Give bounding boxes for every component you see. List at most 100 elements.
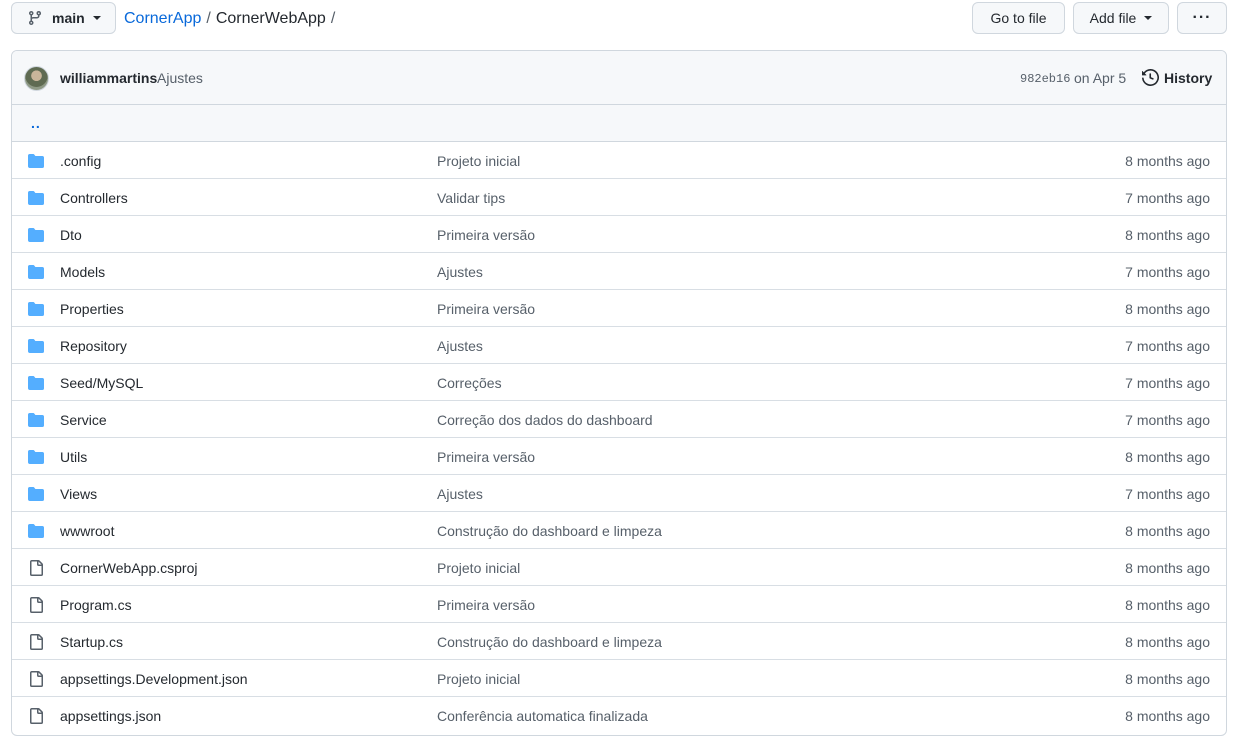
file-name-link[interactable]: Models bbox=[60, 264, 105, 280]
file-row[interactable]: Views Ajustes 7 months ago bbox=[12, 475, 1226, 512]
file-name-link[interactable]: Properties bbox=[60, 301, 124, 317]
file-commit-message-link[interactable]: Ajustes bbox=[437, 486, 483, 502]
file-name-link[interactable]: wwwroot bbox=[60, 523, 114, 539]
file-row[interactable]: Models Ajustes 7 months ago bbox=[12, 253, 1226, 290]
parent-directory-row[interactable]: .. bbox=[12, 105, 1226, 142]
file-name-link[interactable]: Service bbox=[60, 412, 107, 428]
file-commit-message-link[interactable]: Projeto inicial bbox=[437, 153, 520, 169]
file-name-link[interactable]: Seed/MySQL bbox=[60, 375, 143, 391]
file-commit-message-link[interactable]: Ajustes bbox=[437, 338, 483, 354]
file-name-link[interactable]: appsettings.Development.json bbox=[60, 671, 248, 687]
file-commit-message-link[interactable]: Correções bbox=[437, 375, 502, 391]
file-commit-age: 8 months ago bbox=[1125, 597, 1210, 613]
history-label: History bbox=[1164, 69, 1213, 86]
commit-author-link[interactable]: williammartins bbox=[60, 70, 157, 86]
file-row[interactable]: appsettings.json Conferência automatica f… bbox=[12, 697, 1226, 734]
file-commit-message-link[interactable]: Construção do dashboard e limpeza bbox=[437, 634, 662, 650]
file-commit-age: 7 months ago bbox=[1125, 486, 1210, 502]
file-commit-age: 8 months ago bbox=[1125, 634, 1210, 650]
folder-icon bbox=[28, 339, 44, 353]
latest-commit-bar: williammartins Ajustes 982eb16 on Apr 5 … bbox=[12, 51, 1226, 105]
file-commit-message-link[interactable]: Projeto inicial bbox=[437, 560, 520, 576]
file-name-link[interactable]: Utils bbox=[60, 449, 87, 465]
folder-icon bbox=[28, 154, 44, 168]
file-commit-age: 8 months ago bbox=[1125, 449, 1210, 465]
file-name-link[interactable]: Program.cs bbox=[60, 597, 132, 613]
git-branch-icon bbox=[28, 11, 41, 26]
file-commit-age: 8 months ago bbox=[1125, 708, 1210, 724]
file-name-link[interactable]: CornerWebApp.csproj bbox=[60, 560, 197, 576]
file-browser: williammartins Ajustes 982eb16 on Apr 5 … bbox=[11, 50, 1227, 736]
file-row[interactable]: .config Projeto inicial 8 months ago bbox=[12, 142, 1226, 179]
file-row[interactable]: wwwroot Construção do dashboard e limpeza… bbox=[12, 512, 1226, 549]
file-commit-age: 7 months ago bbox=[1125, 338, 1210, 354]
folder-icon bbox=[28, 487, 44, 501]
file-icon bbox=[30, 634, 43, 650]
add-file-button[interactable]: Add file bbox=[1073, 2, 1169, 34]
file-row[interactable]: Startup.cs Construção do dashboard e limp… bbox=[12, 623, 1226, 660]
repo-toolbar: main CornerApp / CornerWebApp / Go to fi… bbox=[0, 0, 1247, 40]
file-row[interactable]: Properties Primeira versão 8 months ago bbox=[12, 290, 1226, 327]
branch-select-button[interactable]: main bbox=[11, 2, 116, 34]
chevron-down-icon bbox=[92, 16, 101, 20]
more-options-button[interactable]: ··· bbox=[1177, 2, 1227, 34]
breadcrumb-repo-link[interactable]: CornerApp bbox=[124, 9, 201, 29]
folder-icon bbox=[28, 413, 44, 427]
file-row[interactable]: CornerWebApp.csproj Projeto inicial 8 mont… bbox=[12, 549, 1226, 586]
file-row[interactable]: Program.cs Primeira versão 8 months ago bbox=[12, 586, 1226, 623]
commit-sha-link[interactable]: 982eb16 bbox=[1020, 72, 1070, 86]
avatar[interactable] bbox=[24, 66, 49, 91]
folder-icon bbox=[28, 191, 44, 205]
file-name-link[interactable]: .config bbox=[60, 153, 101, 169]
commit-date: on Apr 5 bbox=[1074, 70, 1127, 86]
folder-icon bbox=[28, 450, 44, 464]
file-commit-message-link[interactable]: Primeira versão bbox=[437, 301, 535, 317]
file-commit-age: 8 months ago bbox=[1125, 671, 1210, 687]
file-commit-age: 7 months ago bbox=[1125, 412, 1210, 428]
commit-message-link[interactable]: Ajustes bbox=[157, 70, 203, 86]
file-commit-message-link[interactable]: Construção do dashboard e limpeza bbox=[437, 523, 662, 539]
file-icon bbox=[30, 708, 43, 724]
file-name-link[interactable]: Startup.cs bbox=[60, 634, 123, 650]
file-commit-age: 8 months ago bbox=[1125, 523, 1210, 539]
file-commit-message-link[interactable]: Projeto inicial bbox=[437, 671, 520, 687]
file-commit-message-link[interactable]: Correção dos dados do dashboard bbox=[437, 412, 653, 428]
file-row[interactable]: Seed/MySQL Correções 7 months ago bbox=[12, 364, 1226, 401]
file-icon bbox=[30, 597, 43, 613]
breadcrumb-separator: / bbox=[206, 10, 211, 27]
file-commit-message-link[interactable]: Validar tips bbox=[437, 190, 505, 206]
history-icon bbox=[1142, 69, 1159, 86]
file-commit-message-link[interactable]: Ajustes bbox=[437, 264, 483, 280]
file-icon bbox=[30, 671, 43, 687]
file-commit-message-link[interactable]: Conferência automatica finalizada bbox=[437, 708, 648, 724]
file-commit-age: 8 months ago bbox=[1125, 227, 1210, 243]
go-to-file-button[interactable]: Go to file bbox=[972, 2, 1065, 34]
file-name-link[interactable]: Views bbox=[60, 486, 97, 502]
file-commit-age: 8 months ago bbox=[1125, 560, 1210, 576]
file-row[interactable]: Dto Primeira versão 8 months ago bbox=[12, 216, 1226, 253]
history-link[interactable]: History bbox=[1142, 69, 1212, 86]
file-commit-age: 7 months ago bbox=[1125, 264, 1210, 280]
file-row[interactable]: appsettings.Development.json Projeto inic… bbox=[12, 660, 1226, 697]
parent-directory-link[interactable]: .. bbox=[31, 115, 41, 131]
file-row[interactable]: Repository Ajustes 7 months ago bbox=[12, 327, 1226, 364]
folder-icon bbox=[28, 376, 44, 390]
breadcrumb-current-folder: CornerWebApp bbox=[215, 10, 326, 27]
folder-icon bbox=[28, 265, 44, 279]
file-row[interactable]: Service Correção dos dados do dashboard 7 … bbox=[12, 401, 1226, 438]
file-name-link[interactable]: Dto bbox=[60, 227, 82, 243]
file-row[interactable]: Controllers Validar tips 7 months ago bbox=[12, 179, 1226, 216]
file-commit-message-link[interactable]: Primeira versão bbox=[437, 597, 535, 613]
file-commit-age: 7 months ago bbox=[1125, 190, 1210, 206]
folder-icon bbox=[28, 302, 44, 316]
file-row[interactable]: Utils Primeira versão 8 months ago bbox=[12, 438, 1226, 475]
file-name-link[interactable]: Repository bbox=[60, 338, 127, 354]
chevron-down-icon bbox=[1144, 16, 1153, 20]
file-name-link[interactable]: appsettings.json bbox=[60, 708, 161, 724]
file-commit-message-link[interactable]: Primeira versão bbox=[437, 227, 535, 243]
file-name-link[interactable]: Controllers bbox=[60, 190, 128, 206]
branch-name: main bbox=[52, 10, 85, 26]
breadcrumb-separator: / bbox=[330, 10, 336, 27]
folder-icon bbox=[28, 228, 44, 242]
file-commit-message-link[interactable]: Primeira versão bbox=[437, 449, 535, 465]
